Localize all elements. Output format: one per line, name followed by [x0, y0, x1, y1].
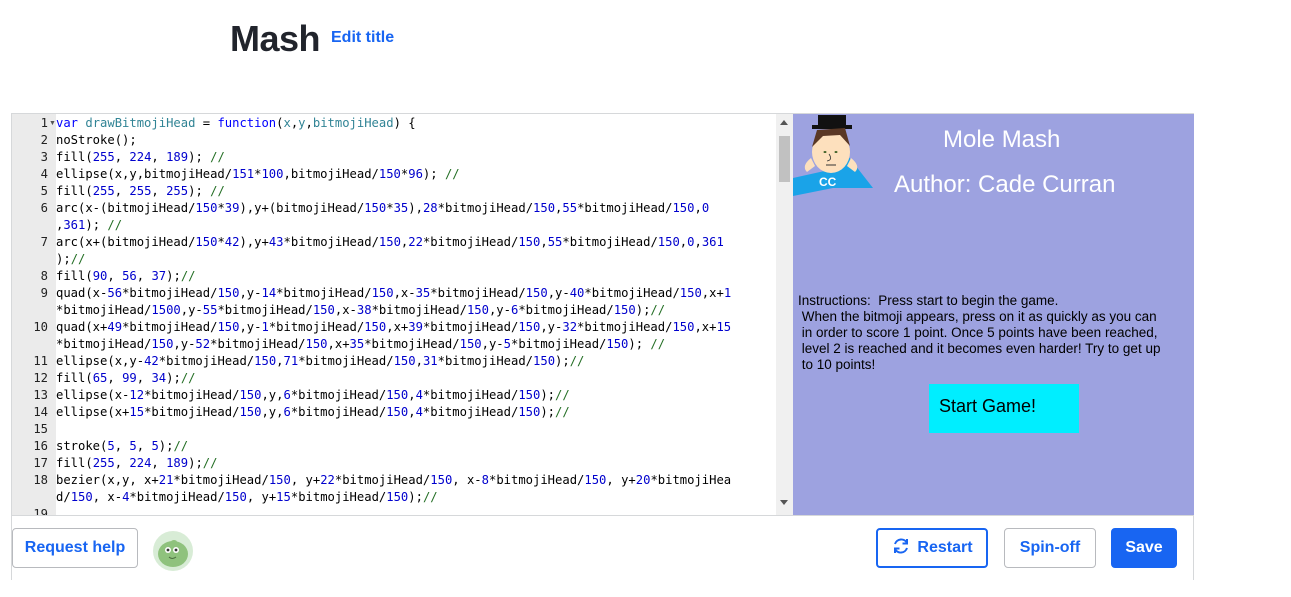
code-line[interactable]: ellipse(x+15*bitmojiHead/150,y,6*bitmoji… — [56, 404, 776, 421]
editor-scrollbar[interactable] — [776, 114, 793, 515]
editor-container: 1 ▼ 2 3 4 5 6 7 8 9 10 11 12 13 14 15 16 17 18 19 var drawB… — [11, 113, 1194, 580]
restart-label: Restart — [917, 539, 973, 556]
start-game-button[interactable]: Start Game! — [929, 384, 1079, 433]
avatar-blob-icon — [158, 540, 188, 567]
scroll-down-arrow-icon[interactable] — [780, 500, 788, 505]
code-line[interactable]: arc(x-(bitmojiHead/150*39),y+(bitmojiHea… — [56, 200, 776, 217]
spin-off-button[interactable]: Spin-off — [1004, 528, 1096, 568]
line-number: 3 — [40, 150, 48, 164]
code-area[interactable]: var drawBitmojiHead = function(x,y,bitmo… — [56, 114, 776, 515]
code-line[interactable]: fill(255, 224, 189); // — [56, 149, 776, 166]
header: Mash Edit title — [0, 0, 1291, 113]
code-line[interactable]: quad(x-56*bitmojiHead/150,y-14*bitmojiHe… — [56, 285, 776, 302]
line-number-gutter: 1 ▼ 2 3 4 5 6 7 8 9 10 11 12 13 14 15 16 17 18 19 — [12, 114, 56, 515]
game-instructions: Instructions: Press start to begin the g… — [798, 293, 1161, 372]
line-number: 1 — [40, 116, 48, 130]
line-number: 13 — [33, 388, 48, 402]
line-number: 2 — [40, 133, 48, 147]
code-line[interactable]: arc(x+(bitmojiHead/150*42),y+43*bitmojiH… — [56, 234, 776, 251]
line-number: 17 — [33, 456, 48, 470]
edit-title-link[interactable]: Edit title — [331, 29, 394, 47]
code-line[interactable]: bezier(x,y, x+21*bitmojiHead/150, y+22*b… — [56, 472, 776, 489]
request-help-button[interactable]: Request help — [12, 528, 138, 568]
line-number: 12 — [33, 371, 48, 385]
code-line[interactable]: stroke(5, 5, 5);// — [56, 438, 776, 455]
code-line[interactable]: fill(255, 255, 255); // — [56, 183, 776, 200]
line-number: 19 — [33, 507, 48, 515]
line-number: 18 — [33, 473, 48, 487]
line-number: 7 — [40, 235, 48, 249]
code-line[interactable]: *bitmojiHead/150,y-52*bitmojiHead/150,x+… — [56, 336, 776, 353]
save-button[interactable]: Save — [1111, 528, 1177, 568]
restart-icon — [894, 538, 909, 554]
code-line[interactable]: d/150, x-4*bitmojiHead/150, y+15*bitmoji… — [56, 489, 776, 506]
code-line[interactable]: ellipse(x,y,bitmojiHead/151*100,bitmojiH… — [56, 166, 776, 183]
scroll-up-arrow-icon[interactable] — [780, 120, 788, 125]
line-number: 11 — [33, 354, 48, 368]
code-line[interactable]: );// — [56, 251, 776, 268]
line-number: 9 — [40, 286, 48, 300]
line-number: 16 — [33, 439, 48, 453]
line-number: 10 — [33, 320, 48, 334]
code-line[interactable]: fill(90, 56, 37);// — [56, 268, 776, 285]
program-canvas[interactable]: CC Mole Mash Author: Cade Curran Instruc… — [793, 114, 1194, 515]
restart-button[interactable]: Restart — [876, 528, 988, 568]
line-number: 8 — [40, 269, 48, 283]
code-line[interactable]: ellipse(x-12*bitmojiHead/150,y,6*bitmoji… — [56, 387, 776, 404]
code-line[interactable]: quad(x+49*bitmojiHead/150,y-1*bitmojiHea… — [56, 319, 776, 336]
code-line[interactable]: fill(65, 99, 34);// — [56, 370, 776, 387]
line-number: 5 — [40, 184, 48, 198]
code-line[interactable]: var drawBitmojiHead = function(x,y,bitmo… — [56, 115, 776, 132]
footer-toolbar: Request help Restart Spin-off Save — [12, 515, 1193, 580]
bitmoji-mascot-icon: CC — [793, 115, 873, 196]
code-line[interactable]: ,361); // — [56, 217, 776, 234]
game-author: Author: Cade Curran — [894, 171, 1116, 198]
code-line[interactable]: fill(255, 224, 189);// — [56, 455, 776, 472]
code-line[interactable]: ellipse(x,y-42*bitmojiHead/150,71*bitmoj… — [56, 353, 776, 370]
game-title: Mole Mash — [943, 126, 1061, 153]
code-editor[interactable]: 1 ▼ 2 3 4 5 6 7 8 9 10 11 12 13 14 15 16 17 18 19 var drawB… — [12, 114, 793, 515]
code-line[interactable]: noStroke(); — [56, 132, 776, 149]
page-title: Mash — [230, 18, 321, 59]
code-line[interactable]: *bitmojiHead/1500,y-55*bitmojiHead/150,x… — [56, 302, 776, 319]
avatar[interactable] — [153, 531, 193, 571]
line-number: 15 — [33, 422, 48, 436]
line-number: 14 — [33, 405, 48, 419]
bitmoji-badge-text: CC — [819, 175, 837, 189]
line-number: 6 — [40, 201, 48, 215]
scrollbar-thumb[interactable] — [779, 136, 790, 182]
fold-arrow-icon[interactable]: ▼ — [49, 120, 56, 127]
line-number: 4 — [40, 167, 48, 181]
